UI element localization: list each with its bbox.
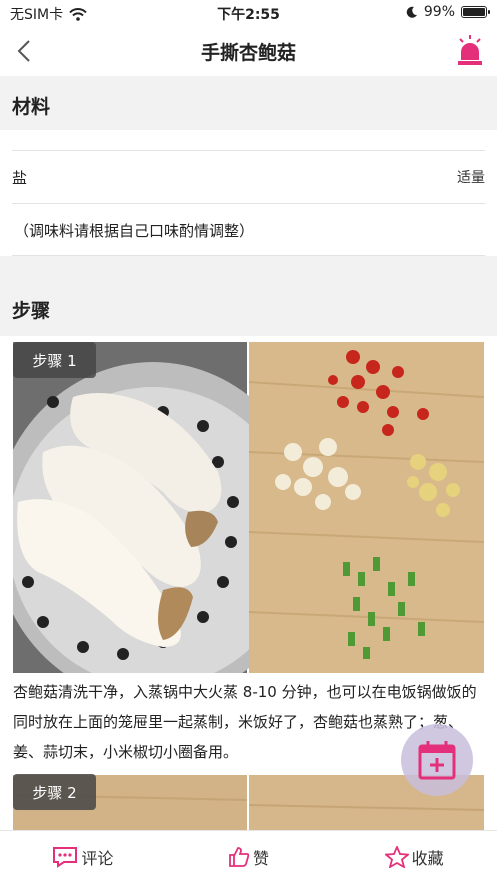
step-2-badge: 步骤 2 [13, 774, 96, 810]
step-1-photo [13, 342, 484, 673]
seasoning-note: （调味料请根据自己口味酌情调整） [14, 222, 255, 240]
ingredient-name: 盐 [12, 169, 28, 187]
steps-header: 步骤 [0, 256, 497, 336]
comment-icon [53, 847, 78, 868]
add-to-plan-button[interactable] [401, 724, 473, 796]
ingredient-row-partial [12, 130, 485, 151]
like-button[interactable]: 赞 [166, 831, 332, 883]
thumbs-up-icon [229, 847, 250, 867]
status-bar: 无SIM卡 下午2:55 99% [0, 0, 497, 26]
ingredient-qty: 适量 [457, 170, 485, 186]
battery-icon [461, 6, 490, 18]
favorite-label: 收藏 [411, 849, 444, 868]
step-1-image[interactable] [13, 342, 484, 673]
bottom-action-bar: 评论 赞 收藏 [0, 830, 497, 883]
materials-title: 材料 [12, 96, 51, 118]
moon-icon [406, 6, 417, 18]
page-title: 手撕杏鲍菇 [200, 42, 296, 64]
calendar-add-icon [418, 741, 456, 780]
like-label: 赞 [253, 849, 270, 868]
ingredient-row: 盐 适量 [12, 151, 485, 204]
nav-bar: 手撕杏鲍菇 [0, 26, 497, 76]
star-icon [384, 846, 409, 868]
battery-percent: 99% [423, 4, 455, 20]
comment-label: 评论 [81, 849, 114, 868]
seasoning-note-row: （调味料请根据自己口味酌情调整） [12, 204, 485, 256]
comment-button[interactable]: 评论 [0, 831, 166, 883]
favorite-button[interactable]: 收藏 [331, 831, 497, 883]
step-1-badge: 步骤 1 [13, 342, 96, 378]
steps-title: 步骤 [12, 300, 51, 322]
alarm-button[interactable] [455, 34, 485, 68]
alarm-light-icon [458, 35, 482, 65]
materials-header: 材料 [0, 76, 497, 130]
status-right: 99% [406, 4, 490, 20]
